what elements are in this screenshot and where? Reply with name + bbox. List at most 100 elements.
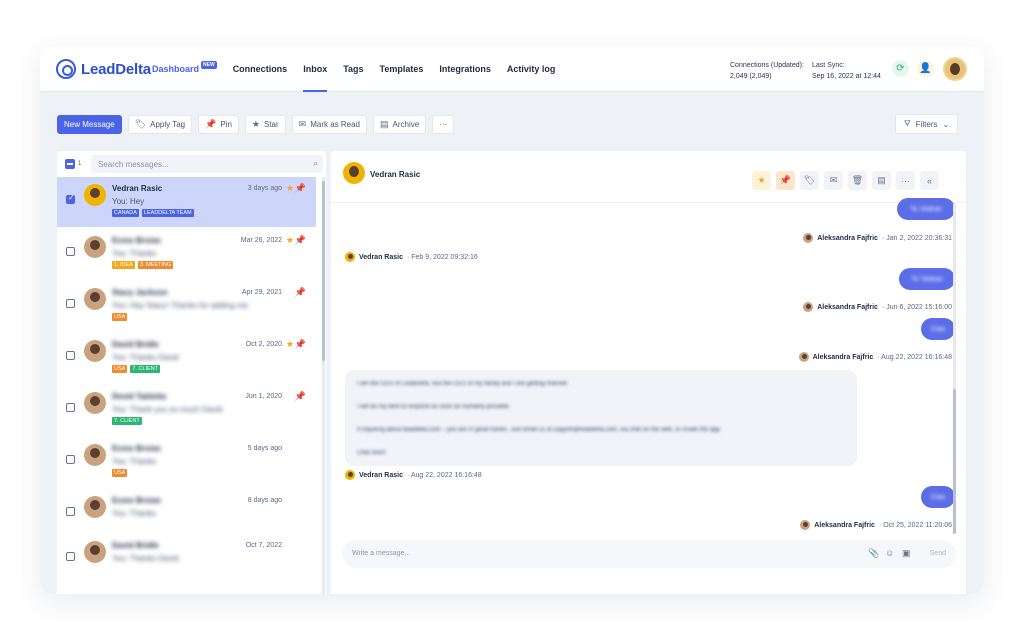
avatar[interactable] bbox=[84, 288, 106, 310]
chevron-down-icon: ⌄ bbox=[942, 119, 950, 129]
tag-list: USA 7. CLIENT bbox=[112, 365, 160, 373]
tag-badge[interactable]: 1. IDEA bbox=[112, 261, 135, 269]
conversation-item[interactable]: David Bridle You: Thanks David Oct 7, 2022 bbox=[57, 534, 316, 584]
avatar[interactable] bbox=[84, 541, 106, 563]
pin-icon[interactable]: 📌 bbox=[295, 339, 306, 350]
star-icon[interactable]: ★ bbox=[286, 183, 294, 194]
search-placeholder: Search messages... bbox=[98, 159, 169, 169]
avatar[interactable] bbox=[84, 392, 106, 414]
attachment-icon[interactable]: 📎 bbox=[868, 548, 879, 559]
tag-badge[interactable]: 3. MEETING bbox=[137, 261, 174, 269]
user-add-icon[interactable]: 👤 bbox=[917, 60, 934, 77]
avatar[interactable] bbox=[84, 340, 106, 362]
avatar[interactable] bbox=[84, 236, 106, 258]
envelope-icon[interactable]: ✉ bbox=[824, 171, 843, 190]
message-preview: You: Thanks bbox=[112, 249, 157, 258]
pin-icon[interactable]: 📌 bbox=[295, 183, 306, 194]
contact-name: David Bridle bbox=[112, 541, 159, 550]
contact-name[interactable]: Vedran Rasic bbox=[370, 170, 420, 179]
star-icon[interactable]: ★ bbox=[286, 235, 294, 246]
select-all-checkbox[interactable] bbox=[65, 159, 75, 169]
message-time: · Aug 22, 2022 16:16:48 bbox=[406, 471, 482, 479]
apply-tag-label: Apply Tag bbox=[150, 120, 186, 129]
pin-icon[interactable]: 📌 bbox=[776, 171, 795, 190]
tag-badge[interactable]: 7. CLIENT bbox=[130, 365, 160, 373]
nav-inbox[interactable]: Inbox bbox=[303, 46, 328, 92]
pin-button[interactable]: 📌 Pin bbox=[198, 115, 239, 134]
message-meta: Aleksandra Fajfric · Jun 6, 2022 15:16:00 bbox=[803, 302, 952, 312]
nav-dashboard[interactable]: Dashboard NEW bbox=[152, 46, 217, 92]
filter-icon: ⛛ bbox=[904, 119, 911, 128]
nav-dashboard-label: Dashboard bbox=[152, 64, 200, 74]
archive-button[interactable]: ▤ Archive bbox=[373, 115, 427, 134]
conversation-checkbox[interactable] bbox=[66, 455, 75, 464]
conversation-checkbox[interactable] bbox=[66, 247, 75, 256]
avatar[interactable] bbox=[84, 444, 106, 466]
nav-connections[interactable]: Connections bbox=[233, 46, 288, 92]
pin-icon[interactable]: 📌 bbox=[295, 287, 306, 298]
more-icon[interactable]: ··· bbox=[896, 171, 915, 190]
profile-avatar[interactable] bbox=[943, 57, 967, 81]
apply-tag-button[interactable]: 🏷 Apply Tag bbox=[127, 115, 193, 134]
avatar[interactable] bbox=[84, 496, 106, 518]
message-time: · Jan 2, 2022 20:36:31 bbox=[881, 234, 952, 242]
conversation-item[interactable]: Vedran Rasic You: Hey 3 days ago ★📌 CANADALE… bbox=[57, 177, 316, 227]
list-scrollbar-thumb[interactable] bbox=[322, 181, 325, 361]
emoji-icon[interactable]: ☺ bbox=[885, 548, 894, 558]
nav-activity-log[interactable]: Activity log bbox=[507, 46, 556, 92]
conversation-checkbox[interactable] bbox=[66, 552, 75, 561]
star-icon[interactable]: ★ bbox=[286, 339, 294, 350]
message-preview: You: Thank you so much David bbox=[112, 405, 223, 414]
tag-badge[interactable]: CANADA bbox=[112, 209, 139, 217]
nav-templates[interactable]: Templates bbox=[380, 46, 424, 92]
conversation-item[interactable]: Ecmo Brsian You: Thanks 5 days ago USA bbox=[57, 437, 316, 487]
nav-integrations[interactable]: Integrations bbox=[439, 46, 491, 92]
pin-icon[interactable]: 📌 bbox=[295, 391, 306, 402]
thread-scrollbar-thumb[interactable] bbox=[953, 389, 956, 534]
auto-reply-bubble: I am the CEO of LeadDelta. But the CEO o… bbox=[345, 370, 857, 466]
new-message-button[interactable]: New Message bbox=[57, 115, 122, 134]
tag-badge[interactable]: USA bbox=[112, 365, 128, 373]
conversation-item[interactable]: Ecmo Brsian You: Thanks Mar 26, 2022 ★ 📌 1. I… bbox=[57, 229, 316, 279]
tag-badge[interactable]: USA bbox=[112, 469, 128, 477]
tag-badge[interactable]: USA bbox=[112, 313, 128, 321]
message-preview: You: Thanks David bbox=[112, 353, 179, 362]
star-button[interactable]: ★ Star bbox=[244, 115, 286, 134]
tag-badge[interactable]: 7. CLIENT bbox=[112, 417, 142, 425]
conversation-item[interactable]: Ecmo Brsian You: Thanks 8 days ago bbox=[57, 489, 316, 539]
save-icon[interactable]: ▣ bbox=[902, 548, 911, 559]
conversation-item[interactable]: Devid Tabletta You: Thank you so much Dav… bbox=[57, 385, 316, 435]
conversation-checkbox[interactable] bbox=[66, 351, 75, 360]
conversation-checkbox[interactable] bbox=[66, 507, 75, 516]
tag-badge[interactable]: LEADDELTA TEAM bbox=[141, 209, 194, 217]
sender-name: Vedran Rasic bbox=[359, 253, 403, 261]
message-date: 3 days ago bbox=[247, 185, 282, 192]
filters-button[interactable]: ⛛ Filters ⌄ bbox=[895, 114, 959, 134]
conversation-item[interactable]: Stacy Jackson You: Hey Stacy! Thanks for … bbox=[57, 281, 316, 331]
mark-read-button[interactable]: ✉ Mark as Read bbox=[291, 115, 367, 134]
avatar[interactable] bbox=[84, 184, 106, 206]
message-composer[interactable]: Write a message... 📎 ☺ ▣ Send bbox=[342, 540, 956, 568]
message-meta: Aleksandra Fajfric · Oct 25, 2022 11:20:0… bbox=[800, 520, 952, 530]
star-icon[interactable]: ★ bbox=[752, 171, 771, 190]
contact-avatar[interactable] bbox=[343, 162, 365, 184]
message-bubble: To Vedran bbox=[897, 198, 955, 220]
tag-list: CANADA LEADDELTA TEAM bbox=[112, 209, 194, 217]
conversation-item[interactable]: David Bridle You: Thanks David Oct 2, 2020… bbox=[57, 333, 316, 383]
send-button[interactable]: Send bbox=[930, 550, 946, 557]
nav-tags[interactable]: Tags bbox=[343, 46, 363, 92]
archive-icon[interactable]: ▤ bbox=[872, 171, 891, 190]
sender-avatar bbox=[800, 520, 811, 530]
conversation-checkbox[interactable] bbox=[66, 299, 75, 308]
search-input[interactable]: Search messages... ⌕ bbox=[91, 155, 323, 173]
trash-icon[interactable]: 🗑 bbox=[848, 171, 867, 190]
refresh-icon[interactable]: ⟳ bbox=[892, 60, 909, 77]
conversation-checkbox[interactable] bbox=[66, 193, 75, 204]
logo[interactable]: LeadDelta bbox=[56, 59, 151, 79]
pin-icon[interactable]: 📌 bbox=[295, 235, 306, 246]
tag-icon[interactable]: 🏷 bbox=[800, 171, 819, 190]
message-preview: You: Hey Stacy! Thanks for adding me bbox=[112, 301, 249, 310]
collapse-icon[interactable]: « bbox=[920, 171, 939, 190]
more-actions-button[interactable]: ··· bbox=[432, 115, 455, 134]
conversation-checkbox[interactable] bbox=[66, 403, 75, 412]
